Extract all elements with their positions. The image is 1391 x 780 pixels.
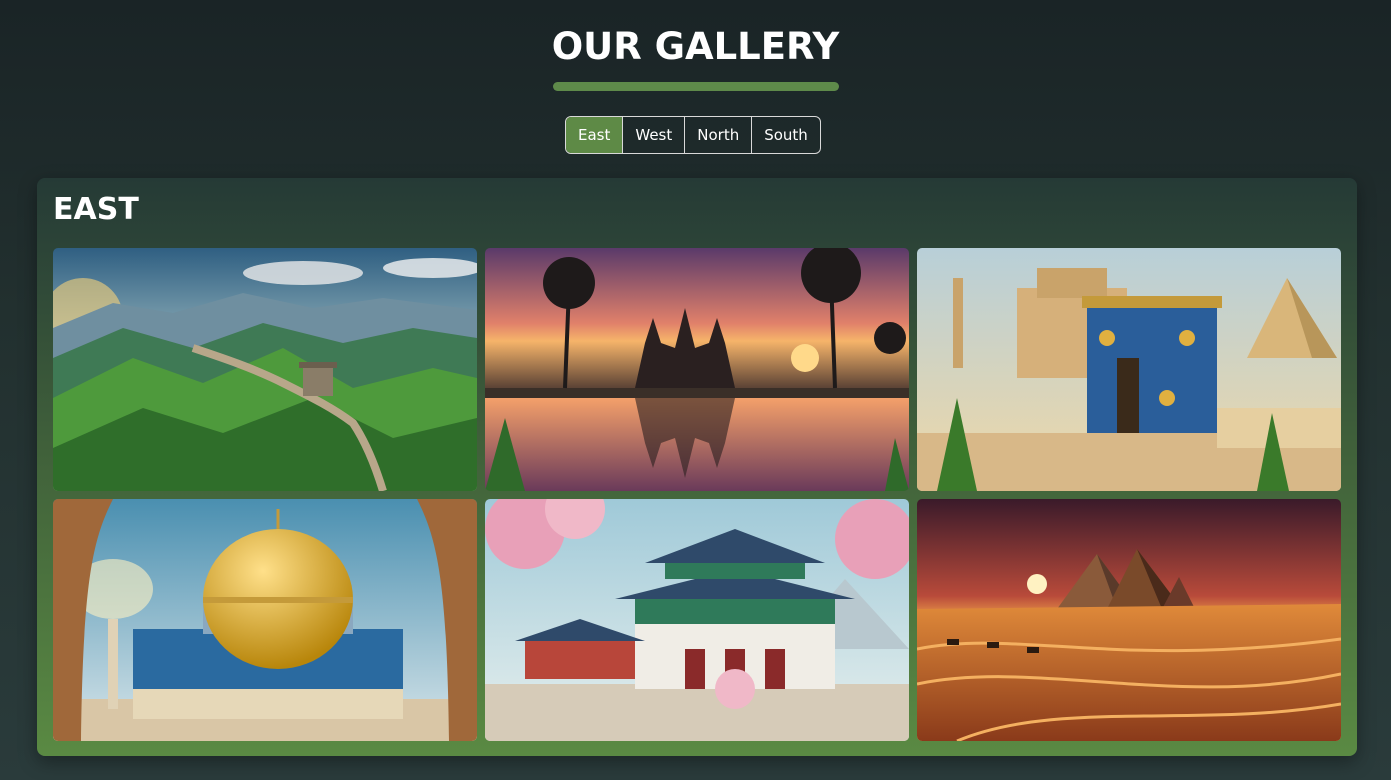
great-wall-illustration	[53, 248, 477, 491]
tab-north[interactable]: North	[685, 117, 753, 153]
gallery-image-angkor-wat[interactable]	[485, 248, 909, 491]
tab-west[interactable]: West	[623, 117, 686, 153]
gallery-image-desert-pyramids[interactable]	[917, 499, 1341, 741]
region-tabs: East West North South	[565, 116, 821, 154]
tab-east[interactable]: East	[566, 117, 624, 153]
desert-pyramids-illustration	[917, 499, 1341, 741]
tab-south[interactable]: South	[752, 117, 820, 153]
dome-of-the-rock-illustration	[53, 499, 477, 741]
gallery-image-dome-of-the-rock[interactable]	[53, 499, 477, 741]
angkor-wat-illustration	[485, 248, 909, 491]
gallery-header: OUR GALLERY	[0, 22, 1391, 91]
gallery-image-ishtar-gate[interactable]	[917, 248, 1341, 491]
photo-grid	[53, 248, 1341, 741]
section-title: EAST	[53, 192, 139, 227]
gallery-panel: EAST	[37, 178, 1357, 756]
korean-palace-illustration	[485, 499, 909, 741]
gallery-image-korean-palace[interactable]	[485, 499, 909, 741]
gallery-image-great-wall[interactable]	[53, 248, 477, 491]
title-underline	[552, 82, 839, 91]
ishtar-gate-illustration	[917, 248, 1341, 491]
page-title: OUR GALLERY	[551, 25, 840, 68]
